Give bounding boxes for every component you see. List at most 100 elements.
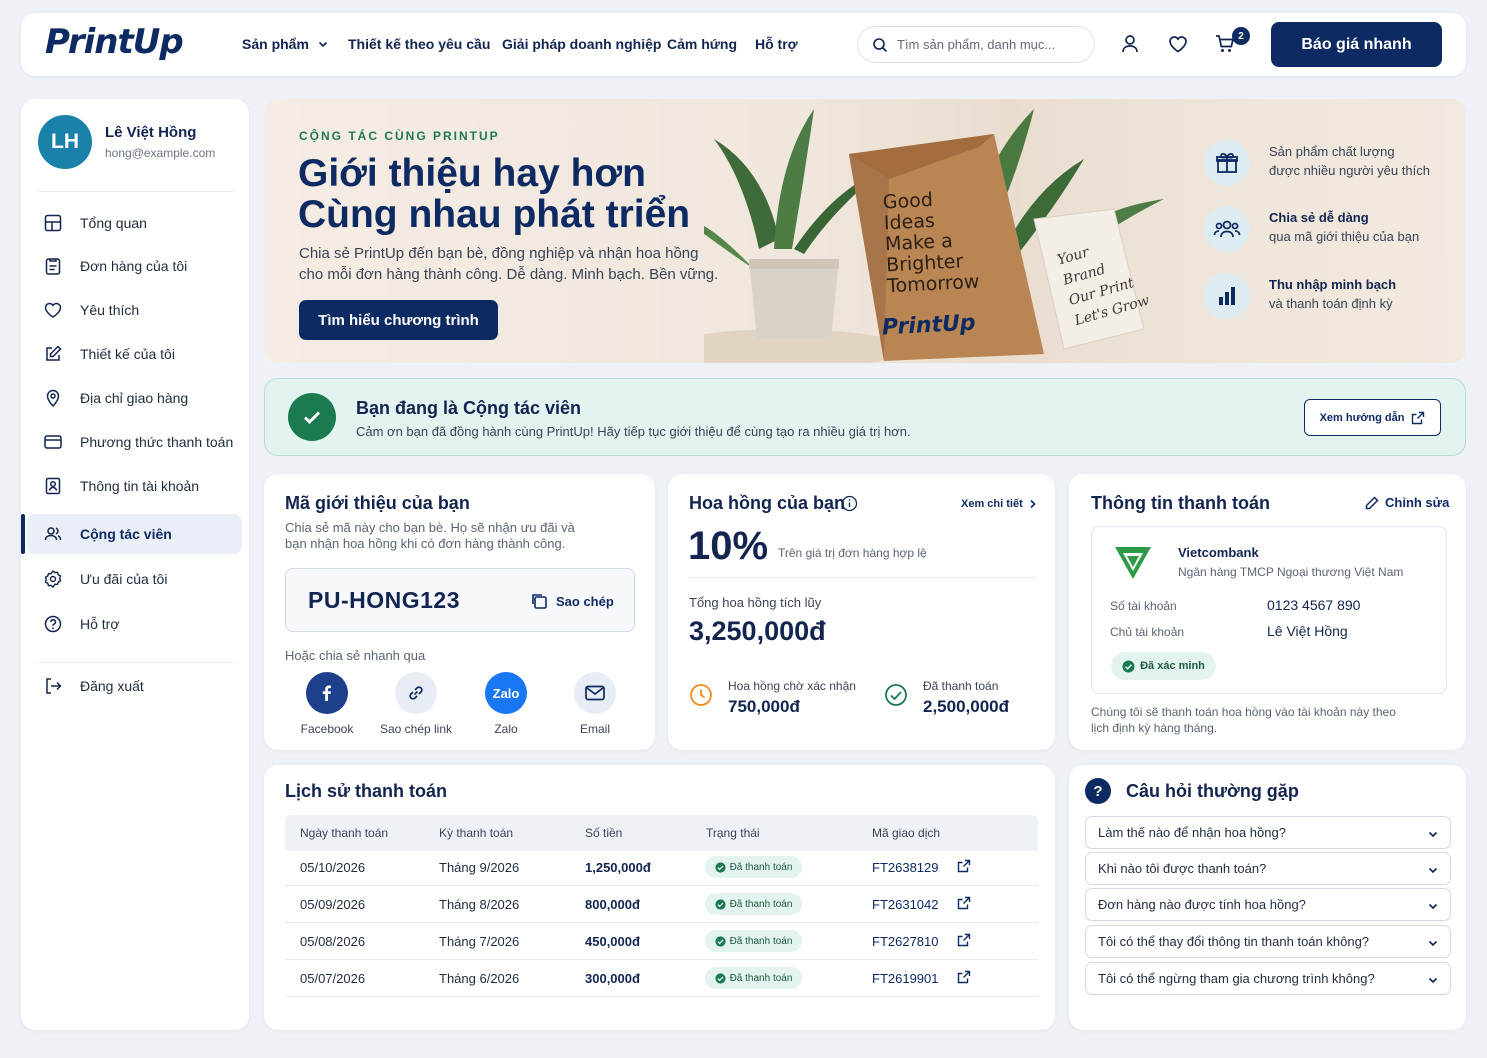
share-email-button[interactable]: Email	[555, 672, 635, 736]
share-copy-link-button[interactable]: Sao chép link	[376, 672, 456, 736]
cell-transaction-id[interactable]: FT2638129	[872, 860, 939, 875]
faq-item[interactable]: Khi nào tôi được thanh toán?	[1085, 852, 1451, 885]
badge-icon	[44, 569, 62, 589]
verified-label: Đã xác minh	[1140, 660, 1205, 672]
referral-description-line: Chia sẻ mã này cho bạn bè. Họ sẽ nhận ưu…	[285, 520, 575, 535]
nav-business-solutions[interactable]: Giải pháp doanh nghiệp	[502, 36, 661, 52]
commission-rate: 10%	[688, 524, 769, 568]
hero-title: Giới thiệu hay hơn Cùng nhau phát triển	[298, 153, 690, 235]
quick-quote-button[interactable]: Báo giá nhanh	[1271, 22, 1442, 67]
cell-period: Tháng 7/2026	[439, 934, 520, 949]
status-label: Đã thanh toán	[729, 861, 793, 873]
account-sidebar: LH Lê Việt Hồng hong@example.com Tổng qu…	[21, 99, 249, 1030]
cell-date: 05/08/2026	[300, 934, 366, 949]
cart-count-badge: 2	[1232, 27, 1250, 45]
cell-transaction-id[interactable]: FT2627810	[872, 934, 939, 949]
feature-line1: Sản phẩm chất lượng	[1269, 144, 1395, 159]
affiliate-status-banner: Bạn đang là Cộng tác viên Cảm ơn bạn đã …	[264, 378, 1466, 456]
faq-item[interactable]: Tôi có thể ngừng tham gia chương trình k…	[1085, 962, 1451, 995]
faq-item[interactable]: Đơn hàng nào được tính hoa hồng?	[1085, 888, 1451, 921]
nav-inspiration[interactable]: Cảm hứng	[667, 36, 737, 52]
sidebar-item-affiliate[interactable]: Cộng tác viên	[21, 514, 249, 554]
copy-label: Sao chép	[556, 593, 614, 609]
share-label-copy-link: Sao chép link	[379, 722, 453, 736]
sidebar-item-label: Thông tin tài khoản	[80, 478, 200, 494]
grid-icon	[44, 214, 62, 232]
chevron-down-icon	[1428, 940, 1438, 947]
help-icon	[44, 615, 62, 633]
faq-item[interactable]: Tôi có thể thay đổi thông tin thanh toán…	[1085, 925, 1451, 958]
user-icon[interactable]	[1119, 33, 1141, 55]
external-link-icon	[1412, 411, 1425, 424]
printup-logo[interactable]: PrintUp	[45, 22, 184, 62]
logout-button[interactable]: Đăng xuất	[21, 666, 249, 706]
faq-question: Tôi có thể ngừng tham gia chương trình k…	[1098, 971, 1375, 986]
column-header-amount: Số tiền	[585, 826, 623, 840]
search-box	[857, 26, 1095, 63]
heart-icon[interactable]	[1167, 33, 1189, 55]
view-details-link[interactable]: Xem chi tiết	[961, 498, 1037, 510]
status-title: Bạn đang là Cộng tác viên	[356, 398, 582, 418]
sidebar-item-support[interactable]: Hỗ trợ	[21, 604, 249, 644]
sidebar-item-favorites[interactable]: Yêu thích	[21, 290, 249, 330]
sidebar-item-orders[interactable]: Đơn hàng của tôi	[21, 246, 249, 286]
table-row: 05/09/2026 Tháng 8/2026 800,000đ Đã than…	[285, 886, 1038, 923]
chevron-down-icon	[318, 41, 327, 48]
orders-icon	[45, 258, 61, 275]
sidebar-item-shipping-address[interactable]: Địa chỉ giao hàng	[21, 378, 249, 418]
commission-title: Hoa hồng của bạn	[689, 493, 846, 513]
share-zalo-button[interactable]: Zalo Zalo	[466, 672, 546, 736]
chevron-down-icon	[1428, 903, 1438, 910]
payment-note-line: Chúng tôi sẽ thanh toán hoa hồng vào tài…	[1091, 705, 1396, 719]
copy-code-button[interactable]: Sao chép	[530, 592, 614, 610]
faq-question: Tôi có thể thay đổi thông tin thanh toán…	[1098, 934, 1370, 949]
external-link-icon[interactable]	[957, 859, 971, 873]
external-link-icon[interactable]	[957, 896, 971, 910]
sidebar-item-my-designs[interactable]: Thiết kế của tôi	[21, 334, 249, 374]
sidebar-item-label: Địa chỉ giao hàng	[80, 390, 189, 406]
share-label-zalo: Zalo	[494, 722, 518, 736]
table-header: Ngày thanh toán Kỳ thanh toán Số tiền Tr…	[285, 815, 1038, 851]
check-circle-icon	[885, 684, 907, 706]
chevron-down-icon	[1428, 867, 1438, 874]
sidebar-item-payment-methods[interactable]: Phương thức thanh toán	[21, 422, 249, 462]
view-guide-button[interactable]: Xem hướng dẫn	[1304, 399, 1441, 436]
learn-program-button[interactable]: Tìm hiểu chương trình	[299, 300, 498, 340]
edit-payment-button[interactable]: Chỉnh sửa	[1365, 495, 1449, 510]
facebook-icon	[306, 672, 348, 714]
cell-amount: 450,000đ	[585, 934, 640, 949]
cell-transaction-id[interactable]: FT2619901	[872, 971, 939, 986]
payment-history-card: Lịch sử thanh toán Ngày thanh toán Kỳ th…	[264, 765, 1055, 1030]
logout-icon	[46, 678, 62, 694]
total-commission-value: 3,250,000đ	[689, 616, 826, 646]
status-badge: Đã thanh toán	[705, 893, 802, 915]
search-input[interactable]	[897, 37, 1077, 52]
sidebar-item-my-offers[interactable]: Ưu đãi của tôi	[21, 559, 249, 599]
cell-amount: 1,250,000đ	[585, 860, 651, 875]
cell-period: Tháng 9/2026	[439, 860, 520, 875]
sidebar-item-account-info[interactable]: Thông tin tài khoản	[21, 466, 249, 506]
location-icon	[46, 389, 60, 408]
chevron-right-icon	[1030, 499, 1036, 509]
faq-item[interactable]: Làm thế nào để nhận hoa hồng?	[1085, 816, 1451, 849]
cell-transaction-id[interactable]: FT2631042	[872, 897, 939, 912]
mail-icon	[574, 672, 616, 714]
nav-products[interactable]: Sản phẩm	[242, 36, 329, 52]
status-badge: Đã thanh toán	[705, 930, 802, 952]
share-label: Hoặc chia sẻ nhanh qua	[285, 648, 426, 663]
search-icon	[873, 37, 888, 52]
payment-note-line: lịch định kỳ hàng tháng.	[1091, 721, 1218, 735]
share-facebook-button[interactable]: Facebook	[287, 672, 367, 736]
payment-history-title: Lịch sử thanh toán	[285, 781, 448, 801]
external-link-icon[interactable]	[957, 970, 971, 984]
external-link-icon[interactable]	[957, 933, 971, 947]
check-circle-icon	[715, 935, 726, 947]
nav-support[interactable]: Hỗ trợ	[755, 36, 798, 52]
pencil-icon	[1365, 495, 1379, 509]
info-icon[interactable]	[841, 495, 858, 512]
sidebar-item-overview[interactable]: Tổng quan	[21, 203, 249, 243]
nav-custom-design[interactable]: Thiết kế theo yêu cầu	[348, 36, 490, 52]
question-icon: ?	[1085, 778, 1111, 804]
user-name: Lê Việt Hồng	[105, 124, 197, 141]
bank-name: Vietcombank	[1178, 545, 1259, 560]
